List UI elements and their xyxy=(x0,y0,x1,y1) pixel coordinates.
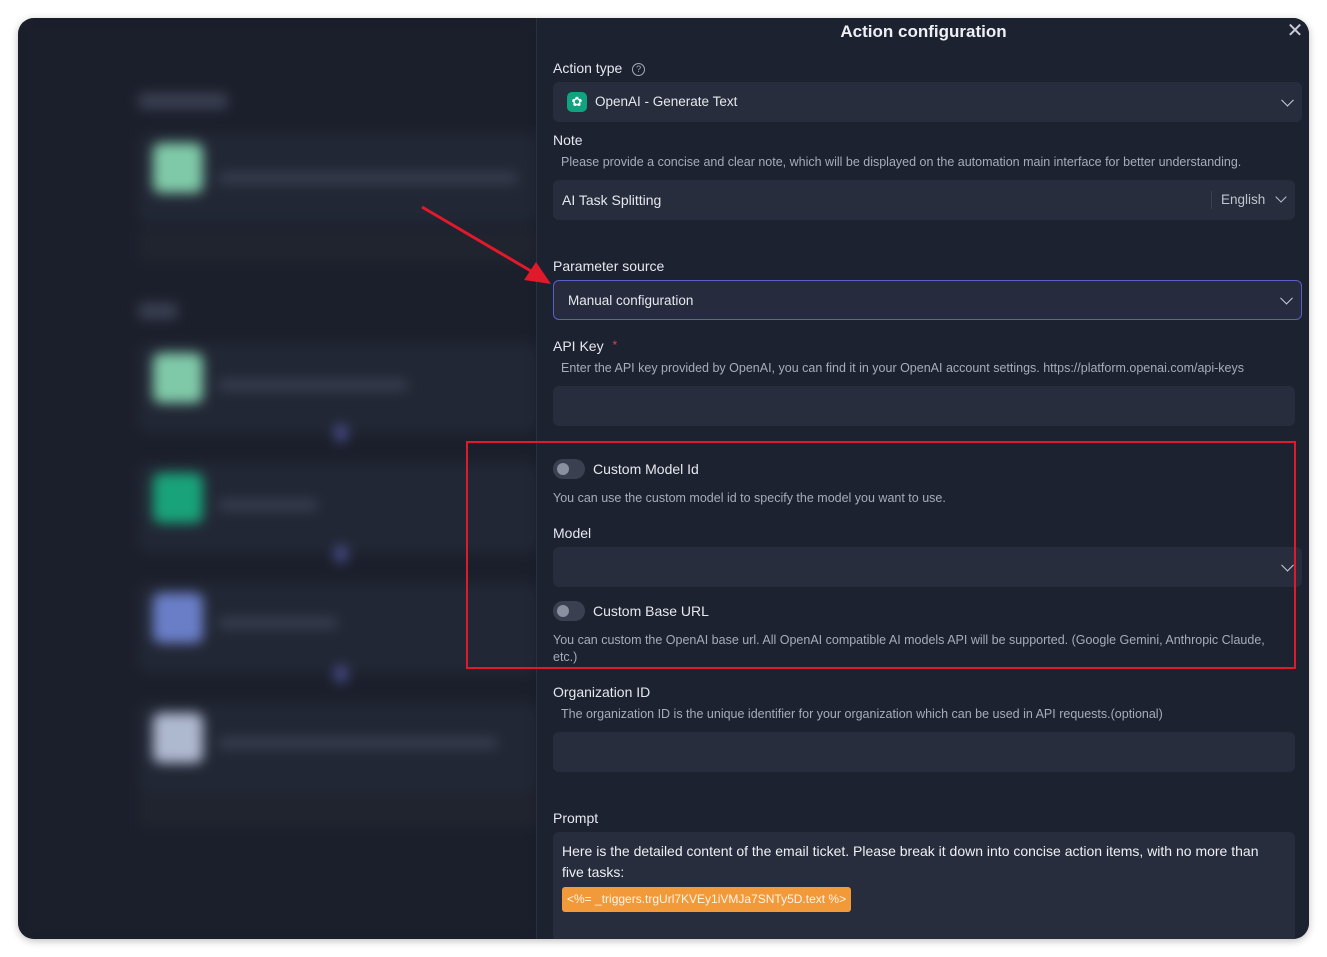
panel-title: Action configuration xyxy=(840,22,1007,41)
highlight-box xyxy=(466,441,1296,669)
variable-tag[interactable]: <%= _triggers.trgUrl7KVEy1iVMJa7SNTy5D.t… xyxy=(562,887,852,912)
prompt-label: Prompt xyxy=(553,810,599,826)
required-mark: * xyxy=(612,338,618,352)
help-icon[interactable]: ? xyxy=(632,62,646,76)
language-divider xyxy=(1211,191,1212,209)
language-select[interactable]: English xyxy=(1221,191,1287,207)
prompt-text-line1: Here is the detailed content of the emai… xyxy=(562,843,1259,859)
prompt-text-line2: five tasks: xyxy=(562,864,625,880)
annotation-arrow-icon xyxy=(421,205,551,284)
organization-id-label: Organization ID xyxy=(553,684,651,700)
api-key-description: Enter the API key provided by OpenAI, yo… xyxy=(561,361,1245,375)
chevron-down-icon xyxy=(1281,93,1294,107)
chevron-down-icon xyxy=(1280,291,1293,305)
action-type-select[interactable]: ✿ OpenAI - Generate Text xyxy=(553,82,1302,122)
chevron-down-icon xyxy=(1275,191,1287,203)
openai-icon: ✿ xyxy=(567,92,587,112)
action-type-label: Action type ? xyxy=(553,60,646,76)
api-key-label: API Key * xyxy=(553,338,618,354)
blurred-workflow-background xyxy=(18,18,538,939)
note-value: AI Task Splitting xyxy=(562,192,662,208)
note-description: Please provide a concise and clear note,… xyxy=(561,155,1242,169)
parameter-source-label: Parameter source xyxy=(553,258,665,274)
action-type-value: OpenAI - Generate Text xyxy=(595,94,738,109)
app-window: Action configuration ✕ Action type ? ✿ O… xyxy=(18,18,1309,939)
organization-id-description: The organization ID is the unique identi… xyxy=(561,707,1163,721)
note-input[interactable]: AI Task Splitting English xyxy=(553,180,1295,220)
close-icon[interactable]: ✕ xyxy=(1286,21,1304,41)
note-label: Note xyxy=(553,132,583,148)
parameter-source-select[interactable]: Manual configuration xyxy=(553,280,1302,320)
organization-id-input[interactable] xyxy=(553,732,1295,772)
parameter-source-value: Manual configuration xyxy=(568,293,694,308)
prompt-editor[interactable]: Here is the detailed content of the emai… xyxy=(553,832,1295,939)
api-key-input[interactable] xyxy=(553,386,1295,426)
